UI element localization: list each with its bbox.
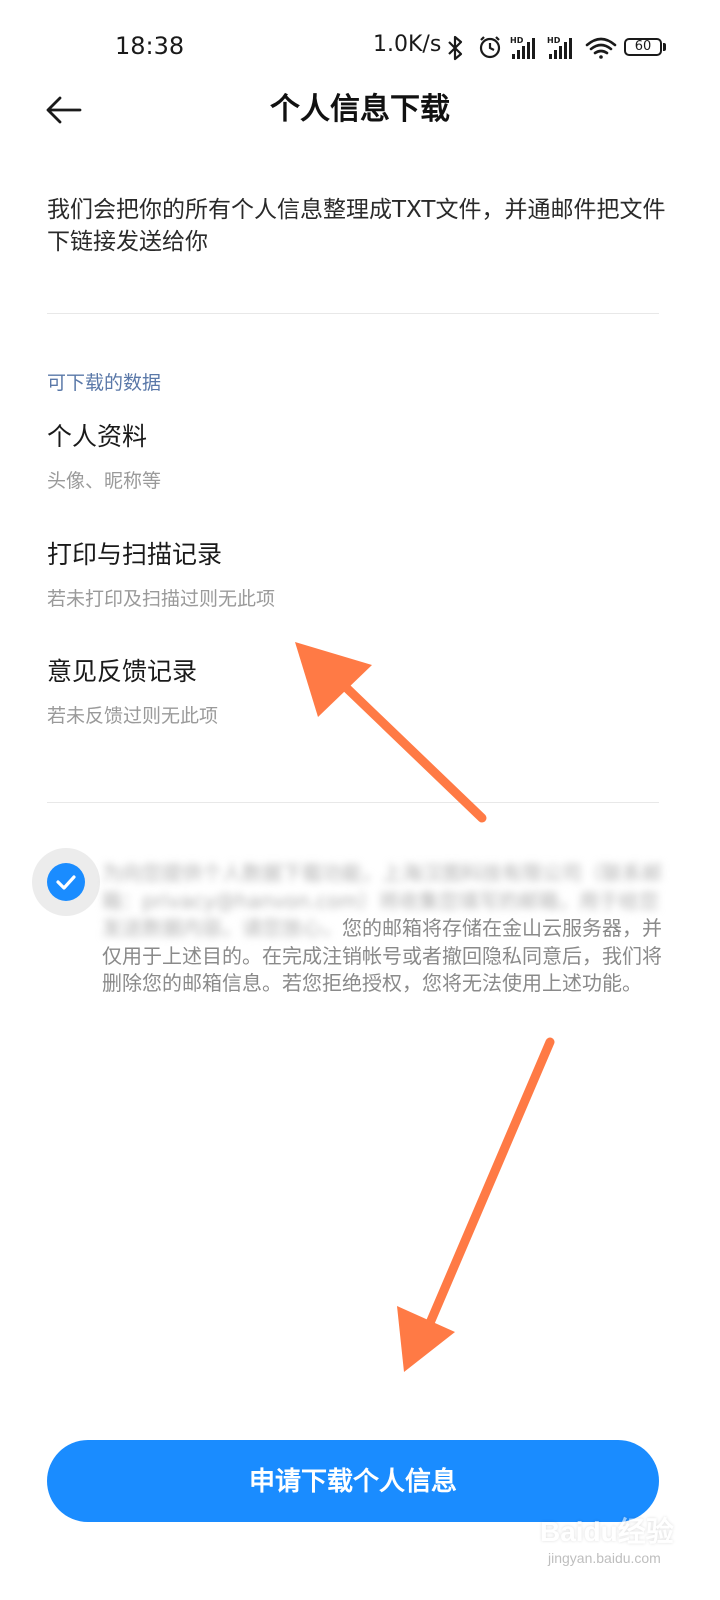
divider	[47, 802, 659, 803]
watermark-logo: Baidu经验 jingyan.baidu.com	[540, 1490, 715, 1590]
page-title: 个人信息下载	[270, 92, 450, 127]
hd-signal-icon: HD	[510, 36, 535, 59]
divider	[47, 313, 659, 314]
bluetooth-icon	[448, 35, 463, 61]
watermark-url: jingyan.baidu.com	[548, 1550, 661, 1566]
status-bar: 18:38 1.0K/s HD HD 60	[0, 0, 720, 90]
annotation-arrow-down	[397, 1037, 555, 1372]
consent-checkbox[interactable]	[32, 848, 100, 916]
data-item-title: 意见反馈记录	[47, 657, 198, 686]
svg-text:HD: HD	[547, 36, 561, 45]
check-icon	[56, 875, 76, 890]
annotation-arrow-up	[295, 642, 487, 823]
consent-text: 为向您提供个人数据下载功能，上海汉图科技有限公司（联系邮箱：privacy@ha…	[102, 860, 662, 998]
hd-signal-icon: HD	[547, 36, 572, 59]
battery-icon: 60	[624, 38, 662, 56]
top-bar: 个人信息下载	[0, 90, 720, 130]
battery-tip	[663, 43, 666, 51]
status-icons: HD HD	[448, 35, 617, 61]
alarm-icon	[479, 36, 501, 59]
data-item-description: 若未反馈过则无此项	[47, 705, 219, 727]
status-time: 18:38	[115, 32, 185, 60]
section-label: 可下载的数据	[47, 372, 162, 394]
data-item-title: 打印与扫描记录	[47, 540, 223, 569]
data-item-title: 个人资料	[47, 422, 148, 451]
consent-text-blurred: 为向您提供个人数据下载功能，上海汉图科技有限公司（联系	[102, 861, 642, 885]
intro-text: 我们会把你的所有个人信息整理成TXT文件，并通邮件把文件下链接发送给你	[47, 197, 666, 255]
wifi-icon	[585, 37, 617, 59]
svg-text:HD: HD	[510, 36, 524, 45]
checkbox-checked	[47, 863, 85, 901]
network-speed: 1.0K/s	[373, 32, 442, 57]
watermark-text: Baidu经验	[540, 1516, 674, 1547]
data-item-description: 若未打印及扫描过则无此项	[47, 588, 276, 610]
data-item-description: 头像、昵称等	[47, 470, 162, 492]
